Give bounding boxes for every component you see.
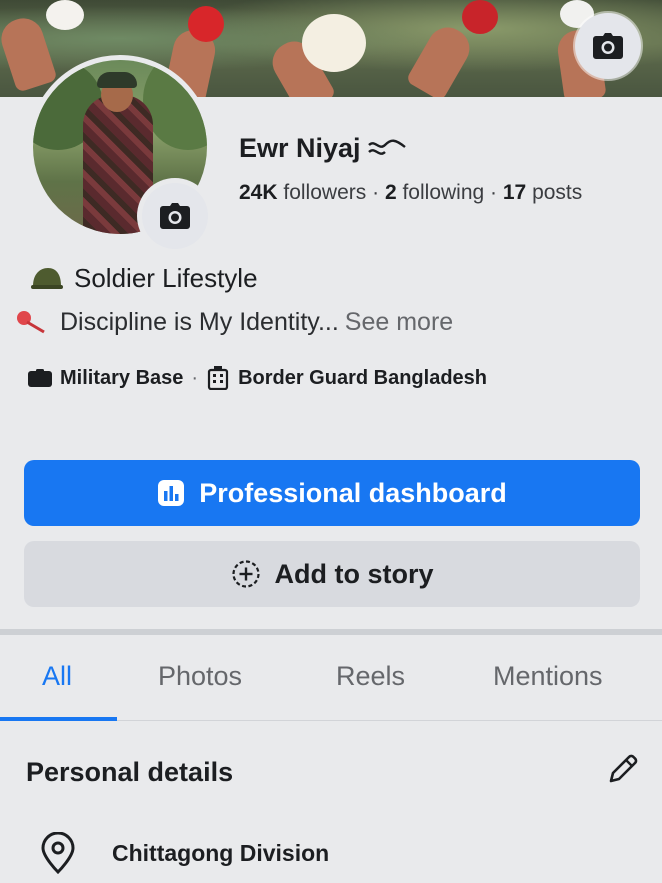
cover-camera-button[interactable] [575,13,641,79]
followers-count[interactable]: 24K [239,181,278,204]
location-text: Chittagong Division [112,839,330,866]
pushpin-emoji-icon [17,310,45,333]
building-icon [207,366,229,390]
add-to-story-button[interactable]: Add to story [24,541,640,607]
profile-tabs: All Photos Reels Mentions [0,635,662,721]
stats-separator: · [372,181,380,204]
bio-line-1-text: Soldier Lifestyle [74,263,258,293]
posts-count: 17 [502,181,527,204]
location-pin-icon [41,832,75,874]
following-label[interactable]: following [402,181,484,204]
camera-icon [160,203,190,229]
active-tab-indicator [0,717,117,721]
intro-row: Military Base · Border Guard Bangladesh [28,366,487,390]
profile-stats: 24K followers · 2 following · 17 posts [239,181,582,205]
profile-name: Ewr Niyaj [239,133,407,164]
location-row[interactable]: Chittagong Division [40,832,329,874]
pencil-icon [609,754,638,783]
helmet-emoji-icon [31,267,63,289]
posts-label: posts [532,181,583,204]
avatar-camera-button[interactable] [142,183,208,249]
wave-emoji-icon [367,139,406,155]
intro-separator: · [191,366,199,389]
bio-line-1: Soldier Lifestyle [30,263,258,294]
cover-hand [405,20,477,97]
edit-personal-details-button[interactable] [600,748,644,792]
add-to-story-label: Add to story [274,558,434,589]
cover-flower [302,14,366,72]
following-count[interactable]: 2 [385,181,397,204]
add-circle-icon [231,560,260,588]
camera-icon [593,33,623,59]
cover-flower [462,0,498,34]
profile-name-text: Ewr Niyaj [239,133,361,163]
bio-line-2-text: Discipline is My Identity... [60,308,339,336]
cover-flower [46,0,84,30]
cover-flower [188,6,224,42]
tab-reels[interactable]: Reels [336,661,405,692]
bio-line-2[interactable]: Discipline is My Identity... See more [14,308,453,337]
dashboard-icon [158,480,185,506]
tab-mentions[interactable]: Mentions [493,661,603,692]
briefcase-icon [28,369,52,387]
tab-all[interactable]: All [42,661,72,692]
intro-organization[interactable]: Border Guard Bangladesh [238,367,487,390]
professional-dashboard-button[interactable]: Professional dashboard [24,460,640,526]
stats-separator: · [490,181,498,204]
professional-dashboard-label: Professional dashboard [199,477,507,508]
see-more-link[interactable]: See more [345,308,453,337]
intro-workplace[interactable]: Military Base [60,367,183,390]
followers-label[interactable]: followers [283,181,366,204]
personal-details-title: Personal details [26,757,234,787]
tab-photos[interactable]: Photos [158,661,242,692]
